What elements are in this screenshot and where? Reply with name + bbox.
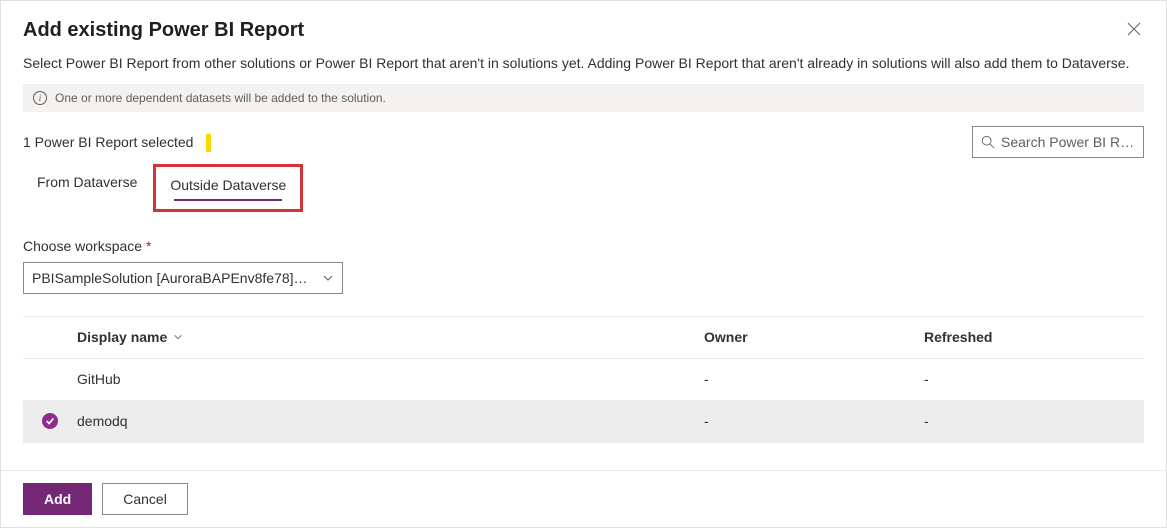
dialog-subtitle: Select Power BI Report from other soluti…	[23, 54, 1144, 74]
column-display-name[interactable]: Display name	[77, 329, 704, 345]
column-refreshed[interactable]: Refreshed	[924, 329, 1144, 345]
tab-from-dataverse[interactable]: From Dataverse	[23, 164, 151, 198]
search-icon	[981, 135, 995, 149]
reports-table: Display name Owner Refreshed GitHub - - …	[23, 316, 1144, 443]
cell-display-name: demodq	[77, 413, 704, 429]
workspace-dropdown[interactable]: PBISampleSolution [AuroraBAPEnv8fe78]…	[23, 262, 343, 294]
source-tabs: From Dataverse Outside Dataverse	[23, 164, 1144, 212]
selected-check-icon	[42, 413, 58, 429]
info-banner: i One or more dependent datasets will be…	[23, 84, 1144, 112]
column-owner[interactable]: Owner	[704, 329, 924, 345]
table-row[interactable]: demodq - -	[23, 401, 1144, 443]
close-icon	[1127, 22, 1141, 36]
workspace-selected-value: PBISampleSolution [AuroraBAPEnv8fe78]…	[32, 270, 308, 286]
cell-owner: -	[704, 371, 924, 387]
close-button[interactable]	[1124, 19, 1144, 39]
chevron-down-icon	[322, 272, 334, 284]
cell-refreshed: -	[924, 371, 1144, 387]
chevron-down-icon	[173, 332, 183, 342]
info-text: One or more dependent datasets will be a…	[55, 91, 386, 105]
dialog-footer: Add Cancel	[1, 470, 1166, 527]
search-input[interactable]	[1001, 134, 1135, 150]
tab-active-indicator	[174, 199, 282, 201]
cell-owner: -	[704, 413, 924, 429]
search-box[interactable]	[972, 126, 1144, 158]
text-cursor	[206, 134, 211, 152]
table-header-row: Display name Owner Refreshed	[23, 317, 1144, 359]
add-button[interactable]: Add	[23, 483, 92, 515]
cancel-button[interactable]: Cancel	[102, 483, 188, 515]
info-icon: i	[33, 91, 47, 105]
cell-display-name: GitHub	[77, 371, 704, 387]
tab-outside-dataverse[interactable]: Outside Dataverse	[153, 164, 303, 212]
selection-count: 1 Power BI Report selected	[23, 134, 193, 150]
cell-refreshed: -	[924, 413, 1144, 429]
dialog-title: Add existing Power BI Report	[23, 19, 1144, 42]
table-row[interactable]: GitHub - -	[23, 359, 1144, 401]
workspace-label: Choose workspace *	[23, 238, 1144, 254]
